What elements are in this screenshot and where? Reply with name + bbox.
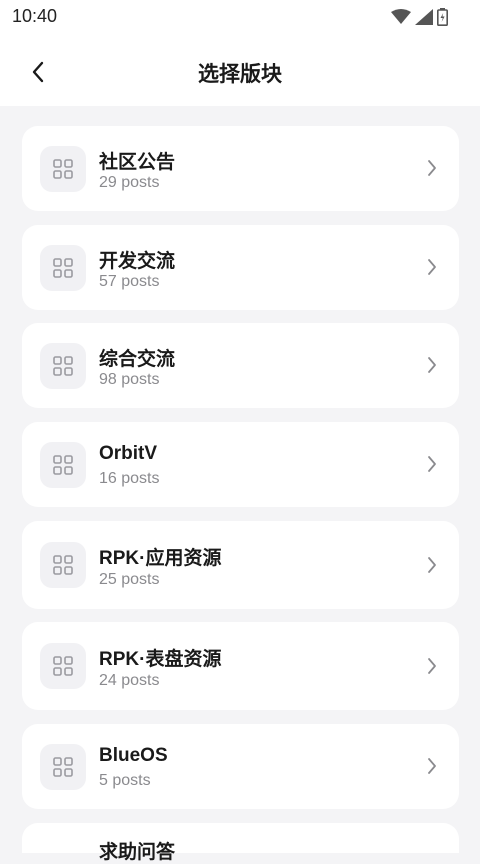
chevron-right-icon xyxy=(428,658,436,674)
wifi-icon xyxy=(387,9,411,25)
board-item[interactable]: 综合交流 98 posts xyxy=(22,323,459,408)
grid-icon xyxy=(40,146,86,192)
board-name: 社区公告 xyxy=(99,152,176,173)
page-title: 选择版块 xyxy=(198,63,282,86)
board-item[interactable]: OrbitV 16 posts xyxy=(22,422,459,507)
chevron-right-icon xyxy=(428,758,436,774)
grid-icon xyxy=(40,442,86,488)
status-icons xyxy=(387,8,448,26)
board-item[interactable]: 开发交流 57 posts xyxy=(22,225,459,310)
board-name: RPK·应用资源 xyxy=(99,548,222,569)
chevron-right-icon xyxy=(428,456,436,472)
board-name: 综合交流 xyxy=(99,349,176,370)
header: 选择版块 xyxy=(0,34,480,106)
board-post-count: 29 posts xyxy=(99,174,160,191)
board-name: 开发交流 xyxy=(99,251,176,272)
status-bar: 10:40 xyxy=(0,0,480,34)
signal-icon xyxy=(411,9,433,25)
grid-icon xyxy=(40,343,86,389)
chevron-right-icon xyxy=(428,557,436,573)
board-item[interactable]: BlueOS 5 posts xyxy=(22,724,459,809)
board-item[interactable]: RPK·表盘资源 24 posts xyxy=(22,622,459,710)
status-time: 10:40 xyxy=(12,6,58,26)
board-post-count: 98 posts xyxy=(99,371,160,388)
board-item[interactable]: 社区公告 29 posts xyxy=(22,126,459,211)
grid-icon xyxy=(40,744,86,790)
grid-icon xyxy=(40,542,86,588)
board-name: RPK·表盘资源 xyxy=(99,649,222,670)
board-post-count: 57 posts xyxy=(99,273,160,290)
grid-icon xyxy=(40,643,86,689)
board-name: BlueOS xyxy=(99,745,168,766)
battery-icon xyxy=(433,8,448,26)
board-item[interactable]: RPK·应用资源 25 posts xyxy=(22,521,459,609)
chevron-right-icon xyxy=(428,259,436,275)
chevron-right-icon xyxy=(428,357,436,373)
board-post-count: 25 posts xyxy=(99,571,160,588)
grid-icon xyxy=(40,245,86,291)
board-post-count: 24 posts xyxy=(99,672,160,689)
board-name: 求助问答 xyxy=(99,842,176,863)
chevron-right-icon xyxy=(428,160,436,176)
board-item[interactable]: 求助问答 xyxy=(22,823,459,863)
board-name: OrbitV xyxy=(99,443,158,464)
board-post-count: 5 posts xyxy=(99,772,151,789)
board-post-count: 16 posts xyxy=(99,470,160,487)
